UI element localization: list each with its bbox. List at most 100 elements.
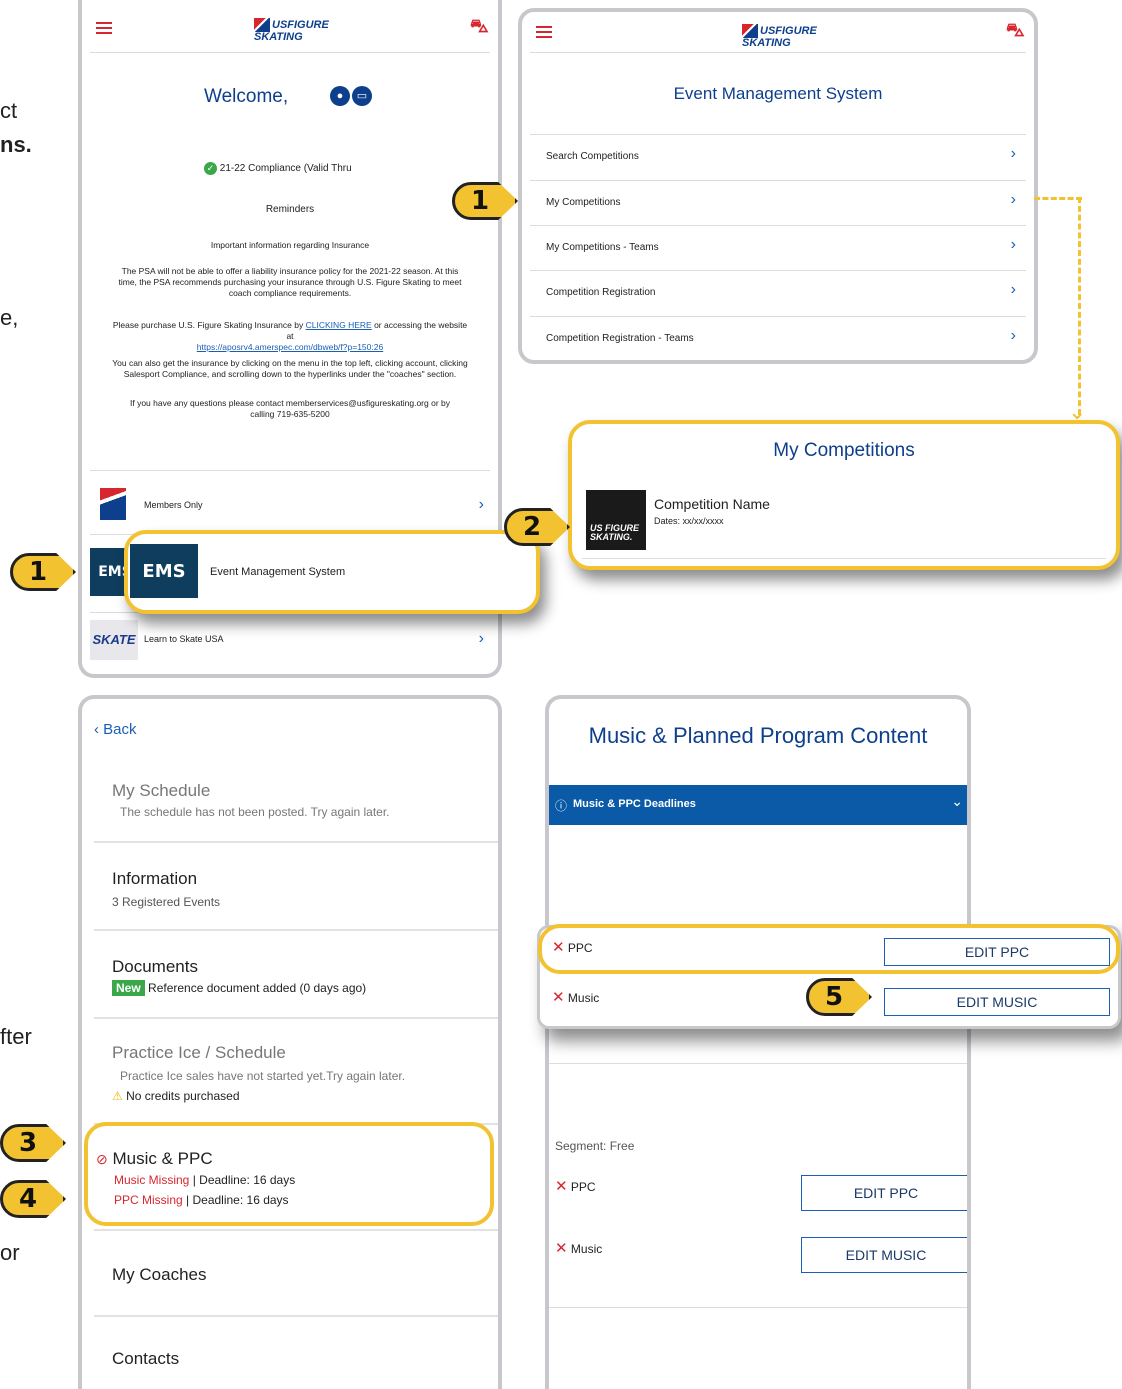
deadlines-label: Music & PPC Deadlines	[573, 798, 696, 810]
practice-warning: ⚠ No credits purchased	[112, 1089, 240, 1103]
my-schedule-section[interactable]: My Schedule The schedule has not been po…	[94, 755, 498, 843]
chevron-right-icon: ›	[1010, 327, 1016, 344]
edit-music-button-2[interactable]: EDIT MUSIC	[801, 1237, 967, 1273]
side-text-3: e,	[0, 305, 19, 330]
skate-logo: SKATE	[90, 620, 138, 660]
menu-item-my-competitions-teams[interactable]: My Competitions - Teams ›	[530, 226, 1026, 270]
documents-section[interactable]: Documents New Reference document added (…	[94, 933, 498, 1019]
learn-to-skate-item[interactable]: SKATE Learn to Skate USA ›	[82, 616, 498, 666]
check-icon: ✓	[204, 162, 217, 175]
para2-text: Please purchase U.S. Figure Skating Insu…	[112, 320, 306, 330]
information-section[interactable]: Information 3 Registered Events	[94, 845, 498, 931]
menu-item-search-competitions[interactable]: Search Competitions ›	[530, 135, 1026, 179]
chevron-right-icon: ›	[478, 496, 484, 513]
practice-ice-section[interactable]: Practice Ice / Schedule Practice Ice sal…	[94, 1021, 498, 1125]
dashed-connector	[1034, 197, 1082, 200]
step-badge-4: 4	[0, 1180, 66, 1218]
insurance-para-4: If you have any questions please contact…	[130, 398, 450, 419]
menu-icon[interactable]	[96, 22, 112, 34]
back-link[interactable]: ‹ Back	[94, 721, 137, 738]
practice-title: Practice Ice / Schedule	[112, 1043, 286, 1062]
x-icon: ✕	[555, 1178, 568, 1195]
step-badge-2: 2	[504, 508, 570, 546]
usfs-small-logo	[100, 488, 126, 520]
screen-competition-detail: ‹ Back My Schedule The schedule has not …	[78, 695, 502, 1389]
side-text-5: or	[0, 1240, 20, 1265]
usfs-logo: USFIGURE SKATING	[254, 18, 329, 43]
chevron-right-icon: ›	[1010, 191, 1016, 208]
cart-icon[interactable]: ⛍	[1006, 20, 1025, 44]
insurance-url-link[interactable]: https://aposrv4.amerspec.com/dbweb/f?p=1…	[197, 342, 383, 352]
chevron-right-icon: ›	[478, 630, 484, 647]
menu-item-my-competitions[interactable]: My Competitions ›	[530, 181, 1026, 225]
music-ppc-page-title: Music & Planned Program Content	[588, 723, 928, 748]
back-label: Back	[103, 721, 137, 738]
edit-ppc-button-2[interactable]: EDIT PPC	[801, 1175, 967, 1211]
music-ppc-callout	[84, 1122, 494, 1226]
info-icon: ⓘ	[555, 799, 568, 813]
side-text-4: fter	[0, 1024, 32, 1049]
learn-to-skate-label: Learn to Skate USA	[144, 634, 224, 644]
deadlines-bar[interactable]: ⓘ Music & PPC Deadlines ⌄	[549, 785, 967, 825]
reminders-heading: Reminders	[265, 204, 315, 215]
music-row: ✕ Music	[552, 988, 599, 1006]
info-title: Information	[112, 869, 198, 888]
practice-sub: Practice Ice sales have not started yet.…	[120, 1069, 406, 1083]
chevron-right-icon: ›	[1010, 145, 1016, 162]
chevron-down-icon: ⌄	[951, 793, 963, 809]
schedule-title: My Schedule	[112, 781, 211, 800]
usfs-logo: USFIGURE SKATING	[742, 24, 817, 49]
ems-label: Event Management System	[210, 566, 346, 578]
new-badge: New	[112, 980, 145, 996]
chevron-left-icon: ‹	[94, 721, 99, 738]
contacts-section[interactable]: Contacts	[94, 1319, 498, 1389]
practice-warn-text: No credits purchased	[126, 1089, 240, 1103]
ems-logo: EMS	[130, 544, 198, 598]
side-text-1: ct	[0, 98, 18, 123]
ppc-label-2: PPC	[570, 1180, 596, 1194]
screen-music-ppc: Music & Planned Program Content ⓘ Music …	[545, 695, 971, 1389]
music-row-2: ✕ Music	[555, 1239, 602, 1257]
contacts-title: Contacts	[112, 1349, 180, 1368]
my-competitions-title: My Competitions	[773, 440, 915, 461]
menu-item-competition-registration[interactable]: Competition Registration ›	[530, 271, 1026, 315]
competition-dates: Dates: xx/xx/xxxx	[654, 516, 724, 526]
competition-logo-text: US FIGURE SKATING.	[590, 523, 640, 542]
members-only-item[interactable]: Members Only ›	[82, 476, 498, 534]
welcome-text: Welcome,	[204, 86, 289, 107]
ppc-row-callout	[538, 924, 1120, 974]
menu-item-label: Competition Registration	[546, 287, 656, 298]
music-label-2: Music	[570, 1242, 603, 1256]
card-icon[interactable]: ▭	[352, 86, 372, 106]
info-sub: 3 Registered Events	[112, 895, 221, 909]
schedule-sub: The schedule has not been posted. Try ag…	[120, 805, 390, 819]
docs-line: New Reference document added (0 days ago…	[112, 980, 366, 996]
step-badge-3: 3	[0, 1124, 66, 1162]
screen-ems: USFIGURE SKATING ⛍ Event Management Syst…	[518, 8, 1038, 364]
compliance-line: ✓ 21-22 Compliance (Valid Thru	[204, 162, 352, 175]
competition-item[interactable]: US FIGURE SKATING. Competition Name Date…	[582, 488, 1102, 552]
competition-name: Competition Name	[654, 496, 770, 512]
clicking-here-link[interactable]: CLICKING HERE	[306, 320, 372, 330]
chevron-right-icon: ›	[1010, 281, 1016, 298]
cart-icon[interactable]: ⛍	[470, 16, 489, 40]
segment-label: Segment: Free	[555, 1139, 635, 1153]
ems-callout[interactable]: EMS Event Management System	[124, 530, 540, 614]
ppc-row-2: ✕ PPC	[555, 1177, 596, 1195]
user-icon[interactable]: ●	[330, 86, 350, 106]
menu-item-competition-registration-teams[interactable]: Competition Registration - Teams ›	[530, 317, 1026, 360]
menu-item-label: Competition Registration - Teams	[546, 333, 694, 344]
x-icon: ✕	[555, 1240, 568, 1257]
my-coaches-section[interactable]: My Coaches	[94, 1233, 498, 1317]
menu-icon[interactable]	[536, 26, 552, 38]
members-only-label: Members Only	[144, 500, 203, 510]
side-text-2: ns.	[0, 132, 32, 157]
insurance-title: Important information regarding Insuranc…	[210, 240, 370, 250]
ems-page-title: Event Management System	[673, 84, 883, 103]
music-label: Music	[567, 991, 600, 1005]
insurance-para-1: The PSA will not be able to offer a liab…	[118, 266, 462, 298]
edit-music-button[interactable]: EDIT MUSIC	[884, 988, 1110, 1016]
coaches-title: My Coaches	[112, 1265, 207, 1284]
x-icon: ✕	[552, 989, 565, 1006]
docs-title: Documents	[112, 957, 198, 976]
